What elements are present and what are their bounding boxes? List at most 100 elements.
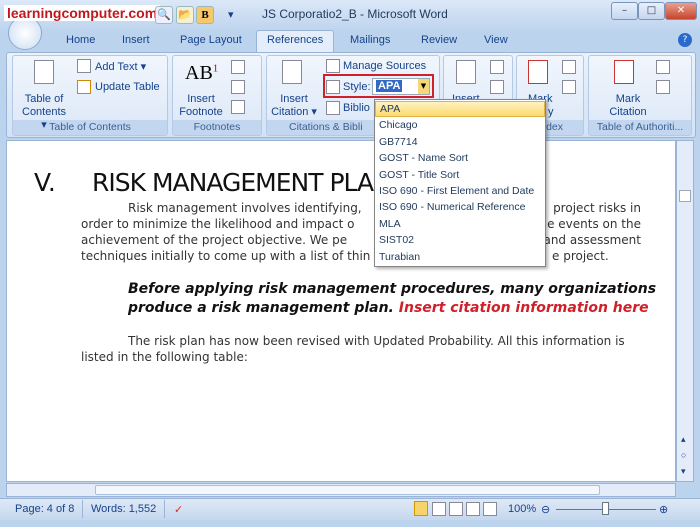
vertical-scroll-thumb[interactable]	[679, 190, 691, 202]
mark-entry-icon	[528, 60, 548, 84]
mark-citation-button[interactable]: Mark Citation	[605, 93, 651, 119]
office-button[interactable]	[8, 16, 42, 50]
zoom-out-button[interactable]: ⊖	[541, 503, 550, 516]
tab-references[interactable]: References	[267, 34, 323, 46]
update-index-icon[interactable]	[562, 80, 576, 94]
quote-text: produce a risk management plan.	[128, 300, 394, 316]
open-folder-icon[interactable]: 📂	[176, 6, 194, 24]
heading-number: V.	[34, 168, 56, 197]
bibliography-button[interactable]: Biblio	[343, 102, 370, 114]
divider	[164, 500, 165, 518]
next-page-icon[interactable]: ▾	[681, 466, 686, 477]
zoom-level[interactable]: 100%	[508, 503, 536, 515]
tab-mailings[interactable]: Mailings	[350, 34, 390, 46]
style-option-iso690-date[interactable]: ISO 690 - First Element and Date	[375, 183, 545, 199]
word-count[interactable]: Words: 1,552	[91, 503, 156, 515]
style-option-turabian[interactable]: Turabian	[375, 249, 545, 265]
tab-insert[interactable]: Insert	[122, 34, 150, 46]
qat-customize-icon[interactable]: ▾	[228, 8, 234, 21]
paragraph-line: project risks in	[553, 201, 641, 215]
draft-view-icon[interactable]	[483, 502, 497, 516]
paragraph-line: order to minimize the likelihood and imp…	[81, 217, 355, 231]
help-icon[interactable]: ?	[678, 33, 692, 47]
web-layout-icon[interactable]	[449, 502, 463, 516]
update-table-icon	[77, 80, 91, 94]
paragraph-line: listed in the following table:	[81, 350, 248, 364]
sup-text: 1	[212, 62, 219, 75]
heading: RISK MANAGEMENT PLA	[92, 168, 374, 197]
page-count[interactable]: Page: 4 of 8	[15, 503, 74, 515]
insert-caption-icon	[456, 60, 476, 84]
style-value[interactable]: APA	[376, 80, 403, 92]
next-footnote-icon[interactable]	[231, 80, 245, 94]
quote-line: Before applying risk management procedur…	[128, 281, 657, 297]
horizontal-scroll-thumb[interactable]	[95, 485, 600, 495]
tab-view[interactable]: View	[484, 34, 508, 46]
paragraph-line: The risk plan has now been revised with …	[128, 334, 625, 348]
paragraph-line: e events on the	[547, 217, 641, 231]
style-label: Style:	[343, 81, 371, 93]
table-of-contents-button[interactable]: Table of Contents ▾	[22, 93, 66, 132]
bibliography-icon	[326, 101, 340, 115]
minimize-button[interactable]: –	[611, 2, 638, 20]
style-option-iso690-numerical[interactable]: ISO 690 - Numerical Reference	[375, 199, 545, 215]
previous-page-icon[interactable]: ▴	[681, 434, 686, 445]
paragraph-line: achievement of the project objective. We…	[81, 233, 348, 247]
close-button[interactable]: ✕	[665, 2, 697, 20]
bold-button[interactable]: B	[196, 6, 214, 24]
proofing-icon[interactable]: ✓	[174, 503, 183, 516]
table-of-contents-icon	[34, 60, 54, 84]
style-option-chicago[interactable]: Chicago	[375, 117, 545, 133]
group-label: Table of Authoriti...	[589, 120, 691, 135]
manage-sources-button[interactable]: Manage Sources	[343, 60, 426, 72]
paragraph-line: and assessment	[543, 233, 641, 247]
mark-citation-icon	[614, 60, 634, 84]
watermark-logo: learningcomputer.com	[4, 5, 161, 21]
update-table-button[interactable]: Update Table	[95, 81, 160, 93]
browse-object-icon[interactable]: ○	[681, 450, 686, 460]
show-notes-icon[interactable]	[231, 100, 245, 114]
insert-index-icon[interactable]	[562, 60, 576, 74]
full-screen-reading-icon[interactable]	[432, 502, 446, 516]
mark-entry-button-2[interactable]: y	[548, 106, 554, 118]
style-option-sist02[interactable]: SIST02	[375, 232, 545, 248]
chevron-down-icon[interactable]: ▼	[418, 79, 429, 94]
print-preview-icon[interactable]: 🔍	[155, 6, 173, 24]
paragraph-line: e project.	[552, 249, 609, 263]
tab-page-layout[interactable]: Page Layout	[180, 34, 242, 46]
style-option-apa[interactable]: APA	[375, 101, 545, 118]
add-text-icon	[77, 59, 91, 73]
insert-endnote-icon[interactable]	[231, 60, 245, 74]
insert-table-of-figures-icon[interactable]	[490, 60, 504, 74]
window-title: JS Corporatio2_B - Microsoft Word	[262, 7, 448, 21]
tab-home[interactable]: Home	[66, 34, 95, 46]
print-layout-view-icon[interactable]	[414, 501, 428, 516]
style-option-gost-name[interactable]: GOST - Name Sort	[375, 150, 545, 166]
style-dropdown-menu: APA Chicago GB7714 GOST - Name Sort GOST…	[374, 99, 546, 267]
zoom-in-button[interactable]: ⊕	[659, 503, 668, 516]
insert-footnote-icon: AB1	[185, 62, 218, 85]
update-table-authorities-icon[interactable]	[656, 80, 670, 94]
outline-view-icon[interactable]	[466, 502, 480, 516]
paragraph-line: Risk management involves identifying,	[128, 201, 362, 215]
divider	[82, 500, 83, 518]
update-table-figures-icon[interactable]	[490, 80, 504, 94]
quote-line: produce a risk management plan. Insert c…	[128, 300, 649, 316]
maximize-button[interactable]: □	[638, 2, 665, 20]
paragraph-line: techniques initially to come up with a l…	[81, 249, 371, 263]
add-text-button[interactable]: Add Text ▾	[95, 60, 146, 73]
group-label: Footnotes	[173, 120, 261, 135]
style-option-gost-title[interactable]: GOST - Title Sort	[375, 167, 545, 183]
insert-citation-icon	[282, 60, 302, 84]
manage-sources-icon	[326, 59, 340, 73]
tab-review[interactable]: Review	[421, 34, 457, 46]
style-icon	[326, 80, 340, 94]
style-option-mla[interactable]: MLA	[375, 216, 545, 232]
citation-placeholder[interactable]: Insert citation information here	[399, 300, 649, 316]
style-option-gb7714[interactable]: GB7714	[375, 134, 545, 150]
insert-citation-button[interactable]: Insert Citation ▾	[270, 93, 318, 119]
ab-text: AB	[185, 62, 213, 84]
insert-table-of-authorities-icon[interactable]	[656, 60, 670, 74]
zoom-slider-thumb[interactable]	[602, 502, 609, 515]
insert-footnote-button[interactable]: Insert Footnote	[178, 93, 224, 119]
